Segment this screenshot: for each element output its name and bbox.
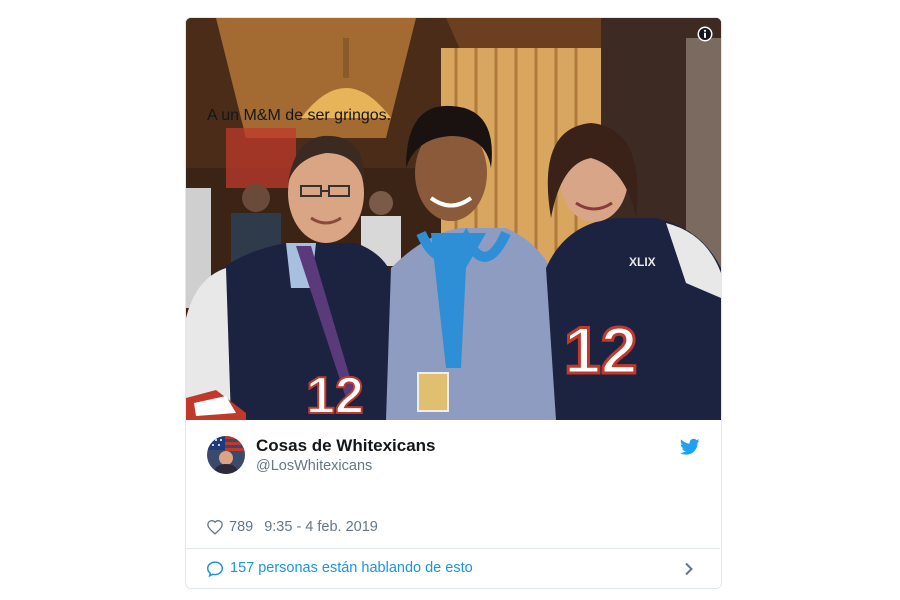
display-name[interactable]: Cosas de Whitexicans	[256, 436, 436, 456]
like-count[interactable]: 789	[229, 519, 253, 535]
embedded-tweet-card[interactable]: 12 12 XLIX Cosas de Whitexicans @LosWhit…	[185, 17, 722, 589]
jersey-patch-text: XLIX	[629, 255, 656, 269]
jersey-number-right: 12	[564, 313, 637, 387]
heart-icon[interactable]	[206, 519, 224, 535]
jersey-number-left: 12	[306, 367, 364, 420]
chevron-right-icon[interactable]	[684, 562, 694, 576]
speech-bubble-icon	[206, 561, 224, 577]
twitter-bird-icon[interactable]	[680, 438, 700, 456]
photo-illustration: 12 12 XLIX	[186, 18, 721, 420]
user-handle[interactable]: @LosWhitexicans	[256, 458, 372, 474]
conversation-link[interactable]: 157 personas están hablando de esto	[185, 549, 720, 588]
info-icon[interactable]	[697, 26, 713, 42]
avatar[interactable]	[207, 436, 245, 474]
tweet-timestamp[interactable]: 9:35 - 4 feb. 2019	[264, 519, 378, 535]
tweet-photo[interactable]: 12 12 XLIX	[186, 18, 721, 420]
tweet-header: Cosas de Whitexicans @LosWhitexicans	[186, 420, 721, 480]
conversation-count-text[interactable]: 157 personas están hablando de esto	[230, 560, 473, 576]
tweet-meta: 789 9:35 - 4 feb. 2019	[206, 517, 378, 537]
tweet-text: A un M&M de ser gringos.	[207, 107, 392, 124]
